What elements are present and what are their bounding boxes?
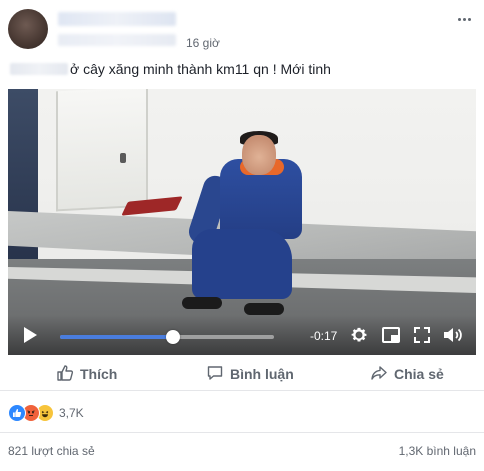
share-arrow-icon — [370, 364, 388, 385]
post-timestamp[interactable]: 16 giờ — [186, 36, 220, 50]
reaction-summary: 3,7K — [0, 392, 484, 433]
mini-player-icon[interactable] — [380, 325, 402, 345]
video-person-shoe-left — [182, 297, 222, 309]
reaction-group[interactable]: 3,7K — [8, 404, 84, 422]
fullscreen-icon[interactable] — [411, 325, 433, 345]
like-button[interactable]: Thích — [56, 358, 117, 390]
comment-label: Bình luận — [230, 366, 294, 382]
comment-bubble-icon — [206, 364, 224, 385]
video-player[interactable]: -0:17 — [8, 89, 476, 355]
share-label: Chia sẻ — [394, 366, 444, 382]
caption-redacted-word — [10, 63, 68, 75]
like-label: Thích — [80, 366, 118, 382]
comment-count[interactable]: 1,3K bình luận — [399, 444, 476, 458]
video-person-head — [242, 135, 276, 175]
video-controls: -0:17 — [8, 315, 476, 355]
share-count[interactable]: 821 lượt chia sẻ — [8, 444, 95, 458]
settings-gear-icon[interactable] — [348, 325, 370, 345]
author-subline-redacted — [58, 34, 176, 46]
author-avatar[interactable] — [8, 9, 48, 49]
video-time-remaining: -0:17 — [310, 329, 338, 343]
video-person-shoe-right — [244, 303, 284, 315]
post-stats-footer: 821 lượt chia sẻ 1,3K bình luận — [0, 433, 484, 471]
comment-button[interactable]: Bình luận — [206, 358, 294, 390]
share-button[interactable]: Chia sẻ — [370, 358, 444, 390]
video-progress-handle[interactable] — [166, 330, 181, 344]
caption-text: ở cây xăng minh thành km11 qn ! Mới tinh — [70, 61, 331, 77]
feed-post: 16 giờ ở cây xăng minh thành km11 qn ! M… — [0, 0, 484, 471]
author-name-redacted[interactable] — [58, 12, 176, 26]
play-icon[interactable] — [24, 327, 37, 343]
post-caption: ở cây xăng minh thành km11 qn ! Mới tinh — [8, 61, 331, 77]
more-options-icon[interactable] — [454, 12, 474, 26]
reaction-count[interactable]: 3,7K — [59, 406, 84, 420]
video-scene-door-knob — [120, 153, 126, 163]
video-scene-door — [56, 89, 148, 212]
video-person-legs — [192, 229, 292, 299]
like-icon — [8, 404, 26, 422]
like-thumb-icon — [56, 364, 74, 385]
post-action-bar: Thích Bình luận Chia sẻ — [0, 358, 484, 391]
volume-icon[interactable] — [442, 325, 464, 345]
video-progress-fill — [60, 335, 174, 339]
video-progress-bar[interactable] — [60, 330, 274, 344]
